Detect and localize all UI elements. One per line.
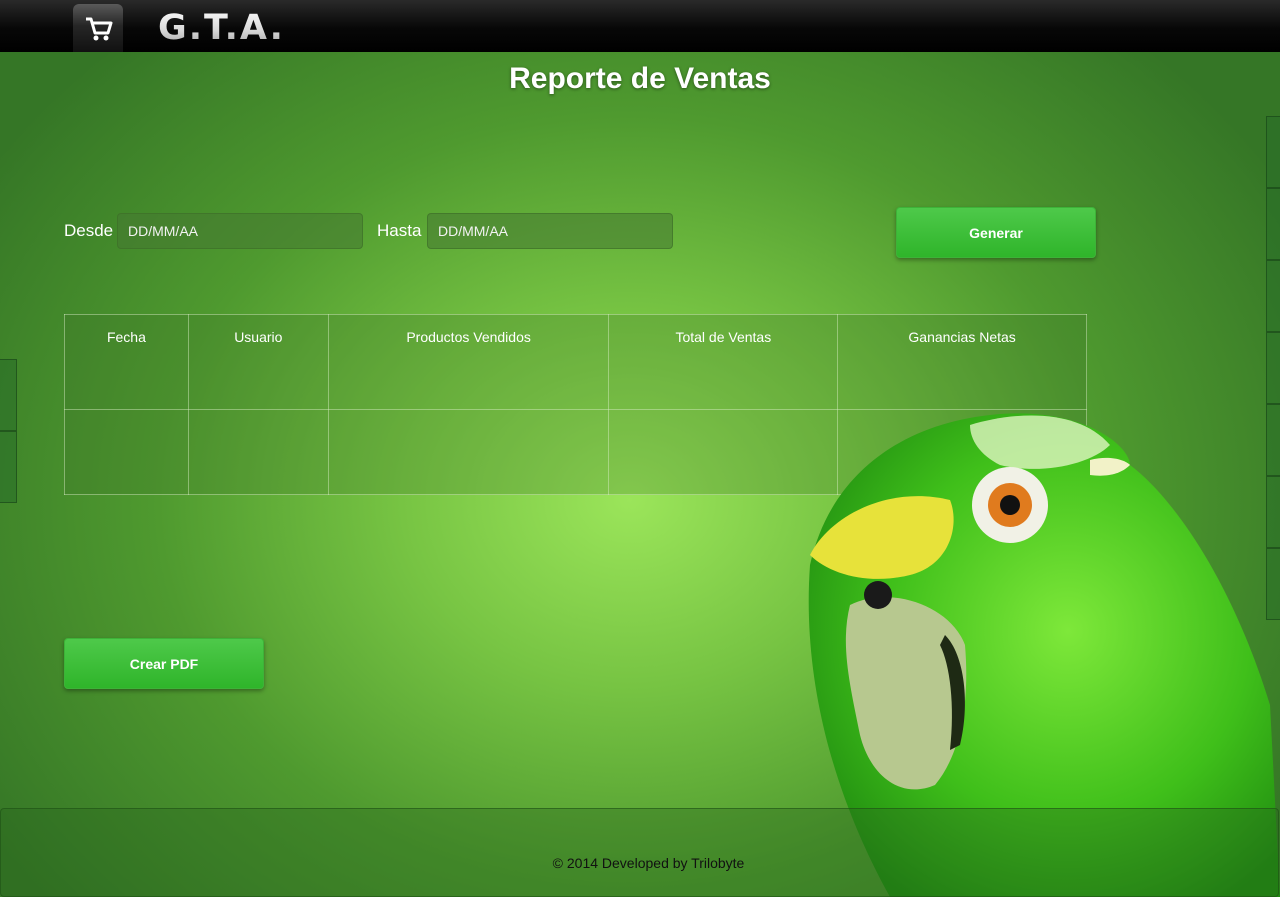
to-date-input[interactable] <box>427 213 673 249</box>
column-header-total-ventas: Total de Ventas <box>608 314 839 410</box>
app-logo[interactable]: G.T.A. <box>158 6 285 50</box>
top-navbar: G.T.A. <box>0 0 1280 52</box>
from-date-input[interactable] <box>117 213 363 249</box>
right-edge-tab[interactable] <box>1266 116 1280 188</box>
footer: © 2014 Developed by Trilobyte <box>0 808 1279 897</box>
footer-copyright: © 2014 Developed by Trilobyte <box>552 855 745 871</box>
create-pdf-button[interactable]: Crear PDF <box>64 638 264 689</box>
page-title: Reporte de Ventas <box>509 62 771 95</box>
generate-button[interactable]: Generar <box>896 207 1096 258</box>
right-edge-tab[interactable] <box>1266 332 1280 404</box>
column-header-usuario: Usuario <box>187 314 329 410</box>
shopping-cart-icon <box>86 17 113 41</box>
from-date-label: Desde <box>64 221 114 240</box>
column-header-ganancias-netas: Ganancias Netas <box>837 314 1087 410</box>
table-header-row: Fecha Usuario Productos Vendidos Total d… <box>64 314 1087 410</box>
column-header-fecha: Fecha <box>64 314 189 410</box>
table-cell <box>327 409 610 495</box>
table-cell <box>187 409 329 495</box>
to-date-label: Hasta <box>377 221 422 240</box>
cart-button[interactable] <box>73 4 123 52</box>
left-edge-tab[interactable] <box>0 359 17 431</box>
table-cell <box>64 409 189 495</box>
column-header-productos-vendidos: Productos Vendidos <box>327 314 610 410</box>
right-edge-tab[interactable] <box>1266 260 1280 332</box>
right-edge-tab[interactable] <box>1266 188 1280 260</box>
left-edge-tab[interactable] <box>0 431 17 503</box>
